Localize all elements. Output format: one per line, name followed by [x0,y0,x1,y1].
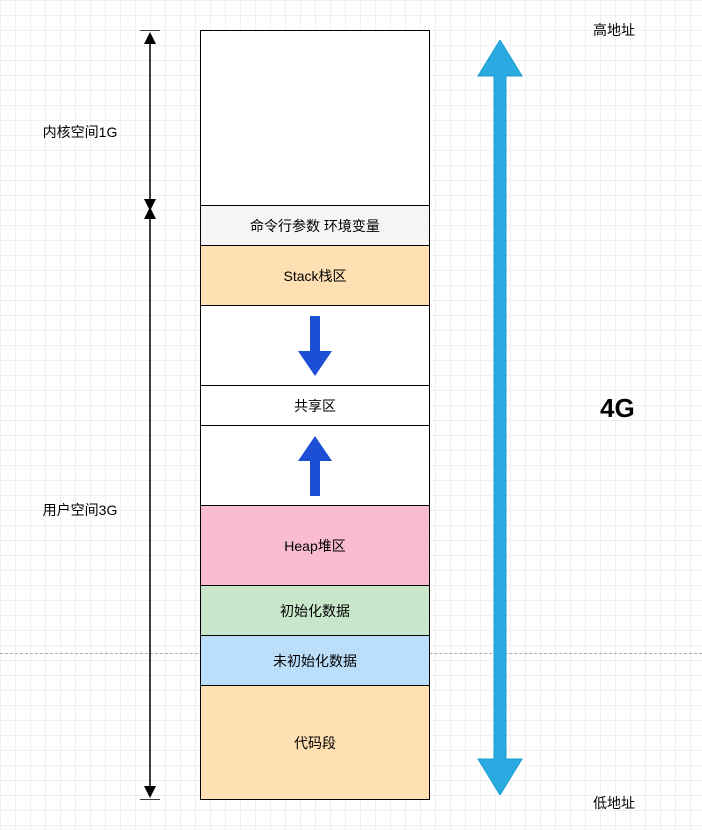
low-address-label: 低地址 [593,793,635,813]
memory-column: 命令行参数 环境变量 Stack栈区 共享区 Heap堆区 初始化数据 未初始化… [200,30,430,800]
total-size-label: 4G [600,393,635,424]
arrow-up-icon [298,436,332,496]
segment-init-data-label: 初始化数据 [280,601,350,621]
segment-shared-label: 共享区 [294,396,336,416]
memory-layout-diagram: 内核空间1G 用户空间3G 命令行参数 环境变量 Stack栈区 共享区 [0,0,702,830]
left-labels: 内核空间1G 用户空间3G [30,30,130,800]
segment-cmdline: 命令行参数 环境变量 [201,206,429,246]
segment-shared: 共享区 [201,386,429,426]
segment-stack-growdown [201,306,429,386]
right-column: 高地址 低地址 4G [450,25,680,805]
kernel-space-label: 内核空间1G [30,122,130,142]
segment-stack: Stack栈区 [201,246,429,306]
user-space-label: 用户空间3G [30,500,130,520]
segment-heap: Heap堆区 [201,506,429,586]
segment-uninit-data: 未初始化数据 [201,636,429,686]
segment-uninit-data-label: 未初始化数据 [273,651,357,671]
high-address-label: 高地址 [593,20,635,40]
segment-code-label: 代码段 [294,733,336,753]
segment-kernel [201,31,429,206]
address-range-arrow [470,40,530,795]
segment-cmdline-label: 命令行参数 环境变量 [250,216,380,236]
segment-code: 代码段 [201,686,429,799]
segment-init-data: 初始化数据 [201,586,429,636]
segment-heap-growup [201,426,429,506]
segment-heap-label: Heap堆区 [284,536,345,556]
left-bracket [135,30,165,800]
arrow-down-icon [298,316,332,376]
segment-stack-label: Stack栈区 [283,266,346,286]
